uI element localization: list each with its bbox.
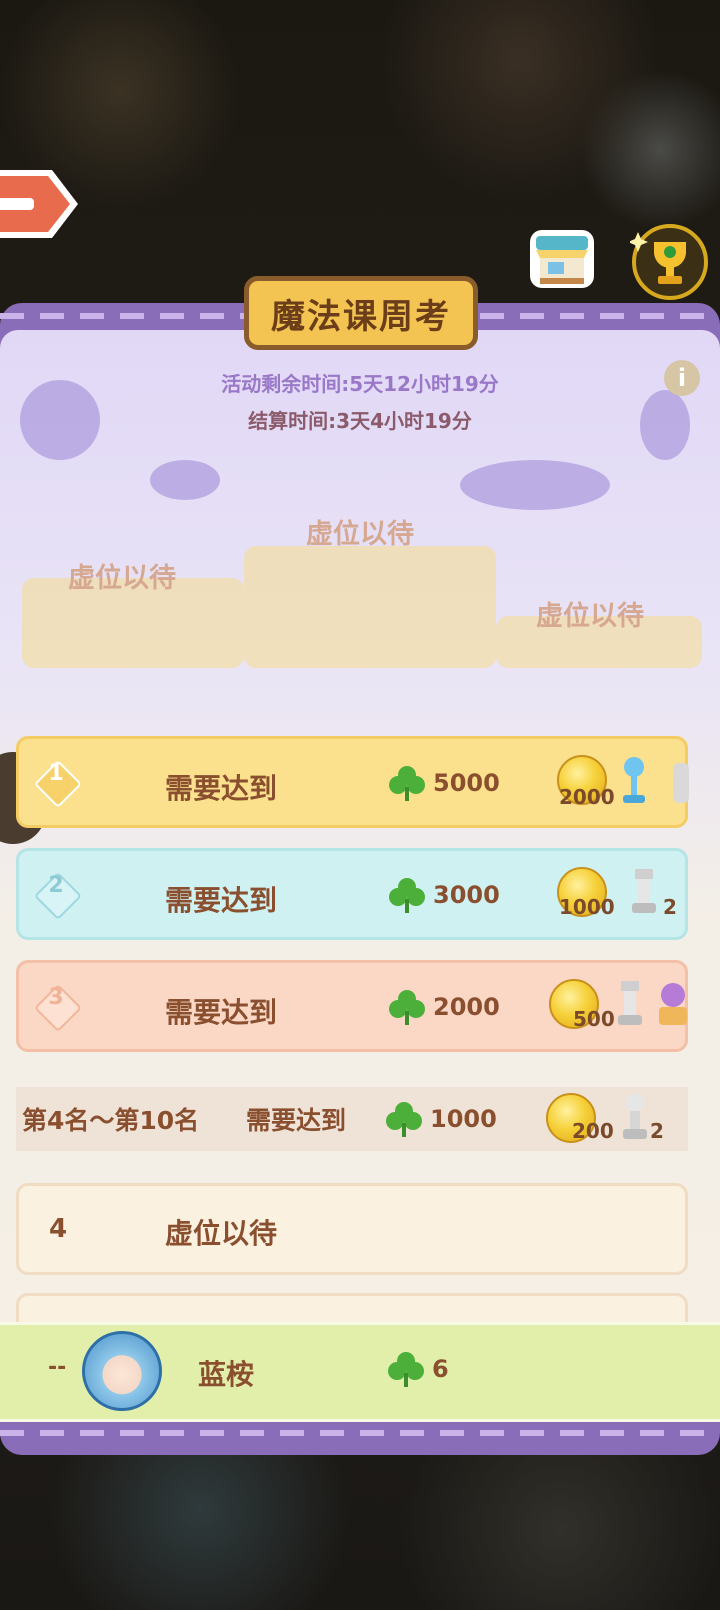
clover-icon [389, 766, 425, 801]
clover-icon [388, 1352, 424, 1387]
my-name: 蓝桉 [198, 1358, 255, 1391]
podium-first-name: 虚位以待 [306, 519, 414, 550]
shop-stall-icon[interactable] [526, 222, 598, 294]
trophy-icon[interactable] [630, 222, 710, 302]
rank-range: 第4名～第10名 [22, 1106, 200, 1135]
coin-amount: 200 [572, 1119, 614, 1143]
my-rank-row[interactable]: -- 蓝桉 6 [0, 1322, 720, 1422]
silver-chess-piece-icon [618, 981, 642, 1025]
lavender-decoration [150, 460, 220, 500]
my-rank: -- [48, 1355, 67, 1380]
avatar[interactable] [82, 1331, 162, 1411]
podium-first [244, 546, 496, 668]
requirement-label: 需要达到 [165, 884, 278, 917]
coin-amount: 1000 [559, 895, 615, 919]
remaining-time: 活动剩余时间:5天12小时19分 [221, 372, 499, 396]
event-title-plate: 魔法课周考 [244, 276, 478, 350]
reward-row-2: 2 需要达到 3000 1000 2 [16, 848, 688, 940]
required-score: 5000 [433, 769, 500, 797]
requirement-label: 需要达到 [246, 1106, 347, 1135]
clover-icon [389, 990, 425, 1025]
rank-number: 2 [48, 873, 64, 898]
item-count: 2 [663, 895, 677, 919]
required-score: 3000 [433, 881, 500, 909]
coin-amount: 2000 [559, 785, 615, 809]
entry-rank: 4 [49, 1214, 68, 1244]
back-arrow-icon[interactable] [0, 164, 82, 244]
reward-row-3: 3 需要达到 2000 500 [16, 960, 688, 1052]
podium-third-name: 虚位以待 [536, 601, 644, 632]
silver-chess-piece-icon [632, 869, 656, 913]
cake-decoration-icon [659, 983, 687, 1025]
settlement-time: 结算时间:3天4小时19分 [248, 409, 472, 433]
pawn-piece-icon [623, 1094, 647, 1139]
reward-row-rank-4-10: 第4名～第10名 需要达到 1000 200 2 [16, 1087, 688, 1151]
required-score: 1000 [430, 1105, 497, 1133]
lavender-decoration [460, 460, 610, 510]
leaderboard-entry[interactable]: 4 虚位以待 [16, 1183, 688, 1275]
clover-icon [386, 1102, 422, 1137]
coin-amount: 500 [573, 1007, 615, 1031]
requirement-label: 需要达到 [165, 996, 278, 1029]
my-score: 6 [432, 1355, 449, 1383]
requirement-label: 需要达到 [165, 772, 278, 805]
item-count: 2 [650, 1119, 664, 1143]
event-title: 魔法课周考 [271, 296, 451, 337]
rank-number: 3 [48, 985, 64, 1010]
rank-number: 1 [48, 761, 64, 786]
podium-second-name: 虚位以待 [68, 563, 176, 594]
panel-bottom-trim [0, 1430, 720, 1436]
reward-row-1: 1 需要达到 5000 2000 [16, 736, 689, 828]
entry-name: 虚位以待 [165, 1217, 278, 1250]
clover-icon [389, 878, 425, 913]
silver-chess-piece-icon [673, 763, 689, 803]
required-score: 2000 [433, 993, 500, 1021]
blue-trophy-icon [623, 757, 645, 803]
